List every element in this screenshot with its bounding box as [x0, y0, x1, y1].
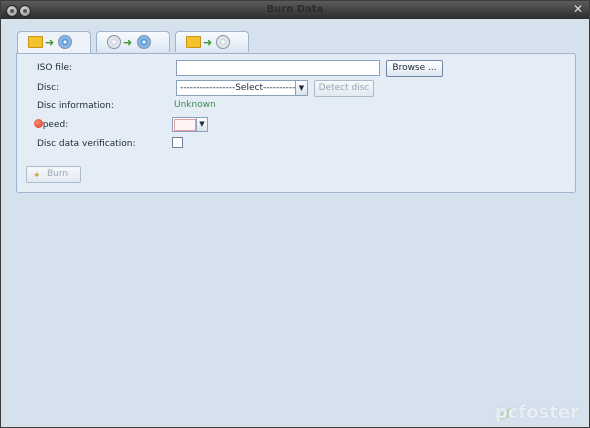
burn-button[interactable]: ✦ Burn	[26, 166, 81, 183]
disc-information-value: Unknown	[174, 100, 216, 110]
arrow-right-icon: ➜	[45, 36, 55, 49]
burn-settings-panel: ISO file: Browse ... Disc: -------------…	[16, 53, 576, 193]
disc-icon	[216, 35, 230, 49]
detect-disc-button[interactable]: Detect disc	[314, 80, 374, 97]
iso-file-label: ISO file:	[37, 63, 73, 73]
speed-select-value	[174, 119, 196, 131]
tab-folder-to-image[interactable]: ➜	[175, 31, 249, 52]
arrow-right-icon: ➜	[123, 36, 133, 49]
disc-information-label: Disc information:	[37, 101, 114, 111]
disc-label: Disc:	[37, 83, 60, 93]
burn-icon: ✦	[33, 171, 41, 181]
browse-button[interactable]: Browse ...	[386, 60, 443, 77]
burn-data-window: Burn Data ✕ ➜ ➜ ➜ ISO file: Browse ... D…	[0, 0, 590, 428]
mode-tabs: ➜ ➜ ➜	[13, 31, 577, 53]
mouse-cursor-icon	[34, 119, 43, 128]
disc-verification-label: Disc data verification:	[37, 139, 136, 149]
iso-file-input[interactable]	[176, 60, 380, 76]
arrow-right-icon: ➜	[203, 36, 213, 49]
disc-icon	[58, 35, 72, 49]
chevron-down-icon: ▼	[295, 81, 307, 95]
title-bar: Burn Data ✕	[1, 1, 589, 19]
burn-button-label: Burn	[47, 169, 69, 179]
disc-select-value: -----------------Select-----------------	[180, 83, 305, 93]
watermark-logo: pcfoster	[494, 402, 579, 423]
disc-verification-checkbox[interactable]	[172, 137, 183, 148]
chevron-down-icon: ▼	[196, 118, 207, 131]
disc-select[interactable]: -----------------Select-----------------…	[176, 80, 308, 96]
folder-icon	[28, 36, 43, 48]
speed-select[interactable]: ▼	[172, 117, 208, 132]
tab-disc-to-disc[interactable]: ➜	[96, 31, 170, 52]
window-title: Burn Data	[266, 4, 324, 15]
disc-icon	[137, 35, 151, 49]
tab-folder-to-disc[interactable]: ➜	[17, 31, 91, 53]
disc-icon	[107, 35, 121, 49]
close-icon[interactable]: ✕	[573, 2, 583, 16]
folder-icon	[186, 36, 201, 48]
